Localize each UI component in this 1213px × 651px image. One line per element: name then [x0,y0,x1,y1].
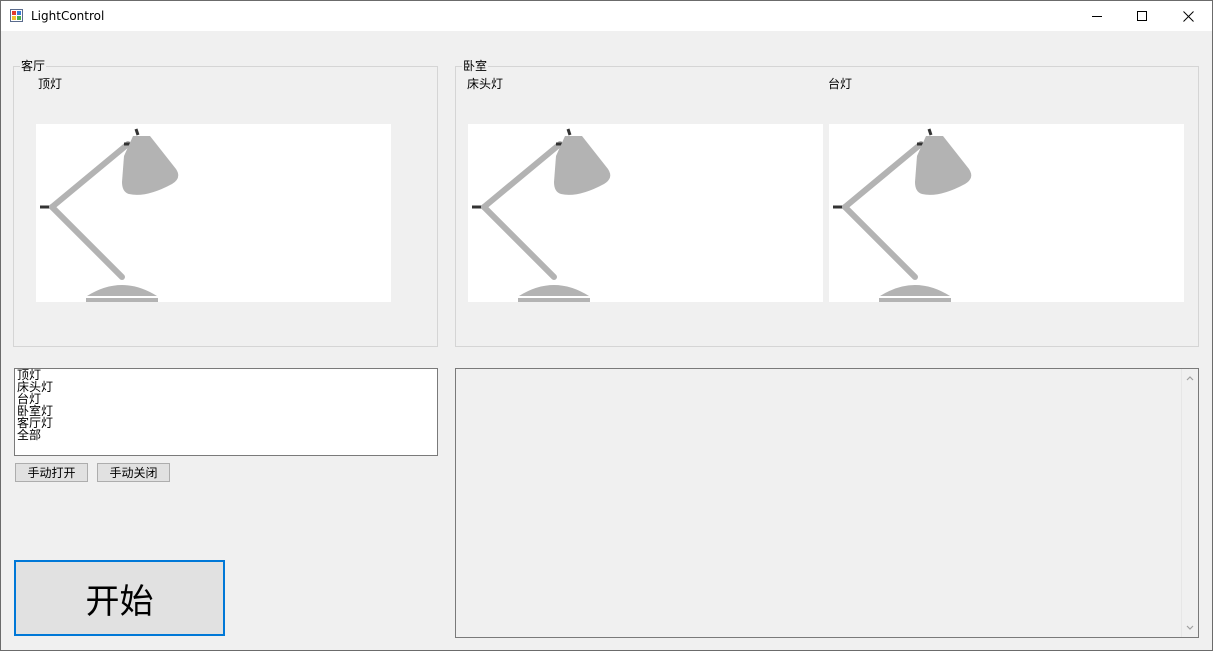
list-item[interactable]: 客厅灯 [15,417,437,429]
desk-lamp-lamp[interactable] [829,124,1184,302]
scroll-down-icon[interactable] [1185,623,1195,633]
minimize-icon [1091,15,1102,17]
bedroom-title: 卧室 [462,59,489,74]
desk-lamp-icon [833,128,972,302]
list-item[interactable]: 卧室灯 [15,405,437,417]
start-button[interactable]: 开始 [14,560,225,636]
close-button[interactable] [1165,1,1211,31]
maximize-icon [1136,10,1147,21]
light-listbox[interactable]: 顶灯 床头灯 台灯 卧室灯 客厅灯 全部 [14,368,438,456]
desk-lamp-label: 台灯 [828,77,853,91]
maximize-button[interactable] [1119,1,1165,31]
list-item[interactable]: 床头灯 [15,381,437,393]
window-title: LightControl [31,9,105,23]
scroll-up-icon[interactable] [1185,373,1195,383]
desk-lamp-icon [472,128,611,302]
ceiling-light-label: 顶灯 [38,77,63,91]
log-scrollbar[interactable] [1181,369,1198,637]
manual-on-button[interactable]: 手动打开 [15,463,88,482]
manual-off-button[interactable]: 手动关闭 [97,463,170,482]
log-textbox[interactable] [455,368,1199,638]
living-room-title: 客厅 [20,59,47,74]
close-icon [1182,10,1194,22]
desk-lamp-icon [40,128,179,302]
list-item[interactable]: 全部 [15,429,437,441]
ceiling-light-lamp[interactable] [36,124,391,302]
app-window: LightControl 客厅 顶灯 卧室 床头灯 台灯 顶灯 床头灯 台灯 卧… [0,0,1213,651]
minimize-button[interactable] [1074,1,1120,31]
bedside-light-label: 床头灯 [467,77,504,91]
app-icon [10,9,23,22]
list-item[interactable]: 台灯 [15,393,437,405]
bedside-light-lamp[interactable] [468,124,823,302]
list-item[interactable]: 顶灯 [15,369,437,381]
title-bar: LightControl [1,1,1212,31]
